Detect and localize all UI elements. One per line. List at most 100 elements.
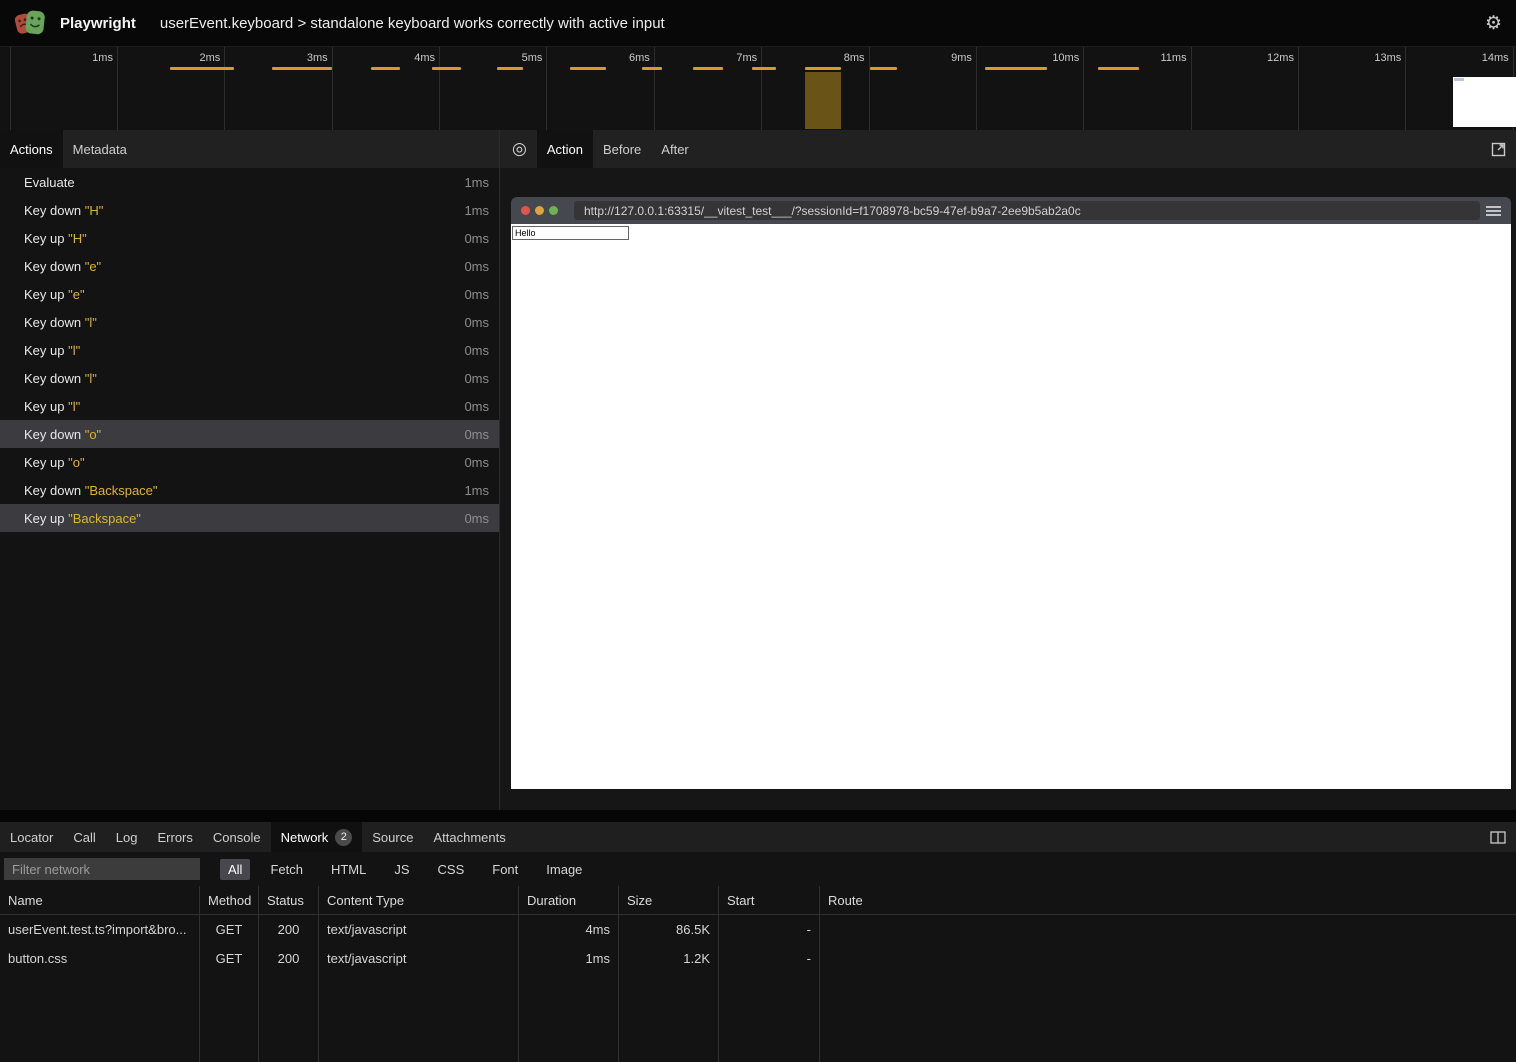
- tab-source[interactable]: Source: [362, 822, 423, 852]
- network-cell-method[interactable]: GET: [200, 944, 259, 973]
- timeline-tick-label: 8ms: [844, 52, 869, 64]
- column-header-size[interactable]: Size: [619, 886, 719, 915]
- action-row[interactable]: Key up "l"0ms: [0, 392, 499, 420]
- action-key-value: "H": [68, 231, 87, 246]
- network-cell-status[interactable]: 200: [259, 944, 319, 973]
- layout-columns-icon[interactable]: [1480, 822, 1516, 852]
- timeline-tick-label: 2ms: [200, 52, 225, 64]
- network-cell-name[interactable]: userEvent.test.ts?import&bro...: [0, 915, 200, 944]
- action-key-value: "o": [68, 455, 84, 470]
- tab-label: Network: [281, 830, 329, 845]
- tab-before[interactable]: Before: [593, 130, 651, 168]
- action-key-value: "Backspace": [85, 483, 158, 498]
- column-header-content-type[interactable]: Content Type: [319, 886, 519, 915]
- timeline-gridline: [224, 47, 225, 130]
- column-filler: [719, 973, 820, 1062]
- timeline-tick-label: 11ms: [1160, 52, 1190, 64]
- action-row[interactable]: Key up "o"0ms: [0, 448, 499, 476]
- tab-label: Errors: [157, 830, 192, 845]
- tab-actions[interactable]: Actions: [0, 130, 63, 168]
- timeline-action-mark: [497, 67, 523, 70]
- network-cell-start[interactable]: -: [719, 915, 820, 944]
- action-row[interactable]: Key down "l"0ms: [0, 308, 499, 336]
- column-filler: [519, 973, 619, 1062]
- column-filler: [200, 973, 259, 1062]
- column-header-status[interactable]: Status: [259, 886, 319, 915]
- network-cell-route[interactable]: [820, 944, 1516, 973]
- timeline-gridline: [1083, 47, 1084, 130]
- action-row[interactable]: Key up "H"0ms: [0, 224, 499, 252]
- tab-network[interactable]: Network2: [271, 822, 363, 852]
- action-row[interactable]: Key down "o"0ms: [0, 420, 499, 448]
- network-cell-content-type[interactable]: text/javascript: [319, 944, 519, 973]
- snapshot-tabs: ActionBeforeAfter: [537, 130, 699, 168]
- filter-chip-image[interactable]: Image: [538, 859, 590, 880]
- tab-call[interactable]: Call: [63, 822, 105, 852]
- column-header-name[interactable]: Name: [0, 886, 200, 915]
- timeline-gridline: [1405, 47, 1406, 130]
- action-key-value: "o": [85, 427, 101, 442]
- action-row[interactable]: Key down "Backspace"1ms: [0, 476, 499, 504]
- column-header-route[interactable]: Route: [820, 886, 1516, 915]
- filter-chip-html[interactable]: HTML: [323, 859, 374, 880]
- timeline-tick-label: 5ms: [522, 52, 547, 64]
- action-row[interactable]: Key down "l"0ms: [0, 364, 499, 392]
- filter-chip-font[interactable]: Font: [484, 859, 526, 880]
- timeline-action-mark: [870, 67, 897, 70]
- page-text-input[interactable]: [512, 226, 629, 240]
- filter-chip-fetch[interactable]: Fetch: [262, 859, 311, 880]
- filter-chip-css[interactable]: CSS: [430, 859, 473, 880]
- action-row[interactable]: Evaluate1ms: [0, 168, 499, 196]
- tab-attachments[interactable]: Attachments: [423, 822, 515, 852]
- action-row[interactable]: Key down "e"0ms: [0, 252, 499, 280]
- network-cell-size[interactable]: 1.2K: [619, 944, 719, 973]
- settings-gear-icon[interactable]: ⚙: [1485, 14, 1502, 33]
- timeline-tick-label: 10ms: [1052, 52, 1083, 64]
- action-duration: 1ms: [464, 203, 489, 218]
- action-row[interactable]: Key up "Backspace"0ms: [0, 504, 499, 532]
- network-cell-name[interactable]: button.css: [0, 944, 200, 973]
- action-row[interactable]: Key up "l"0ms: [0, 336, 499, 364]
- network-cell-duration[interactable]: 4ms: [519, 915, 619, 944]
- tab-log[interactable]: Log: [106, 822, 148, 852]
- action-duration: 0ms: [464, 399, 489, 414]
- network-cell-size[interactable]: 86.5K: [619, 915, 719, 944]
- action-row[interactable]: Key down "H"1ms: [0, 196, 499, 224]
- tab-after[interactable]: After: [651, 130, 698, 168]
- network-cell-content-type[interactable]: text/javascript: [319, 915, 519, 944]
- filter-chip-js[interactable]: JS: [386, 859, 417, 880]
- tab-action[interactable]: Action: [537, 130, 593, 168]
- column-header-duration[interactable]: Duration: [519, 886, 619, 915]
- filter-chip-all[interactable]: All: [220, 859, 250, 880]
- open-external-icon[interactable]: [1481, 130, 1516, 168]
- timeline[interactable]: 1ms2ms3ms4ms5ms6ms7ms8ms9ms10ms11ms12ms1…: [0, 46, 1516, 130]
- action-duration: 0ms: [464, 315, 489, 330]
- horizontal-splitter[interactable]: [0, 810, 1516, 822]
- browser-snapshot: http://127.0.0.1:63315/__vitest_test___/…: [511, 197, 1511, 789]
- timeline-gridline: [654, 47, 655, 130]
- tab-label: Call: [73, 830, 95, 845]
- tab-errors[interactable]: Errors: [147, 822, 202, 852]
- action-duration: 0ms: [464, 371, 489, 386]
- network-cell-start[interactable]: -: [719, 944, 820, 973]
- tab-console[interactable]: Console: [203, 822, 271, 852]
- action-row[interactable]: Key up "e"0ms: [0, 280, 499, 308]
- network-cell-method[interactable]: GET: [200, 915, 259, 944]
- action-key-value: "e": [68, 287, 84, 302]
- timeline-action-mark: [272, 67, 332, 70]
- network-cell-route[interactable]: [820, 915, 1516, 944]
- test-title: userEvent.keyboard > standalone keyboard…: [160, 15, 1485, 32]
- network-cell-duration[interactable]: 1ms: [519, 944, 619, 973]
- tab-label: Console: [213, 830, 261, 845]
- tab-metadata[interactable]: Metadata: [63, 130, 137, 168]
- timeline-gridline: [117, 47, 118, 130]
- column-header-method[interactable]: Method: [200, 886, 259, 915]
- timeline-tick-label: 1ms: [92, 52, 117, 64]
- timeline-action-mark: [432, 67, 461, 70]
- action-label: Key up: [24, 511, 68, 526]
- tab-locator[interactable]: Locator: [0, 822, 63, 852]
- network-cell-status[interactable]: 200: [259, 915, 319, 944]
- filter-network-input[interactable]: [4, 858, 200, 880]
- column-header-start[interactable]: Start: [719, 886, 820, 915]
- pick-locator-icon[interactable]: ◎: [500, 130, 537, 168]
